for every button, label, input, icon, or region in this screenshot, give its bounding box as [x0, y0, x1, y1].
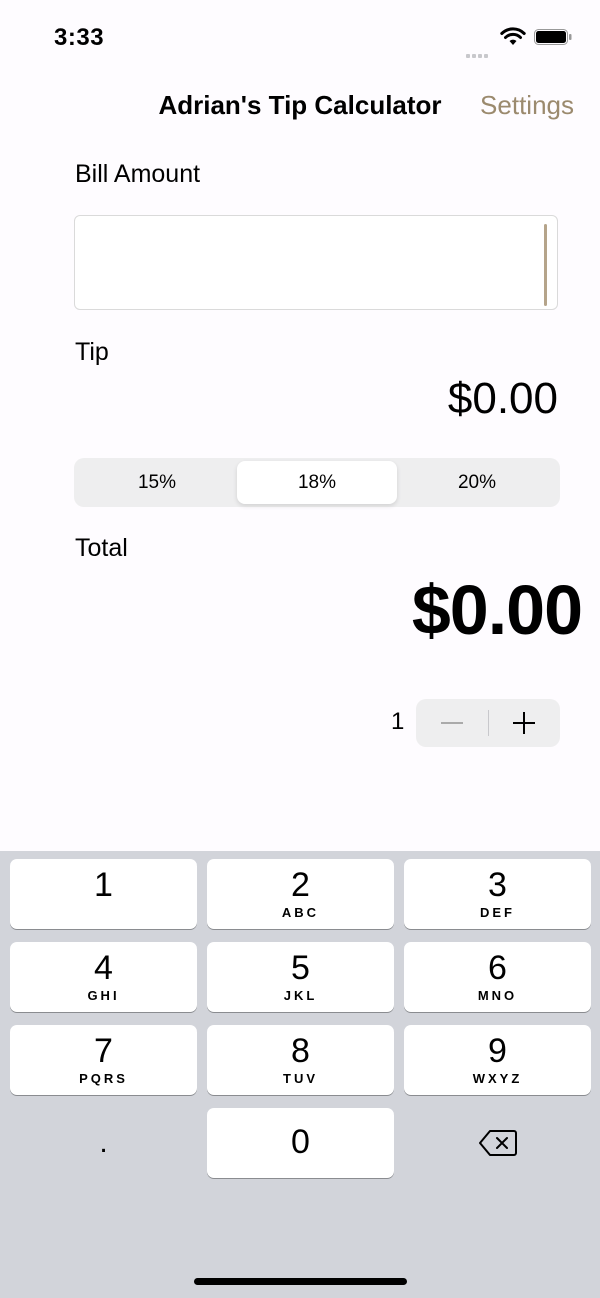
- tip-percentage-control[interactable]: 15% 18% 20%: [74, 458, 560, 507]
- key-digit: 2: [291, 866, 310, 904]
- key-9[interactable]: 9 WXYZ: [404, 1025, 591, 1095]
- tip-amount: $0.00: [447, 374, 558, 423]
- key-letters: MNO: [477, 988, 518, 1003]
- key-letters: TUV: [283, 1071, 318, 1086]
- key-digit: 3: [488, 866, 507, 904]
- decrement-button[interactable]: [416, 699, 488, 747]
- key-letters: DEF: [480, 905, 515, 920]
- tip-label: Tip: [75, 338, 109, 366]
- tip-option-18[interactable]: 18%: [237, 461, 397, 504]
- increment-button[interactable]: [489, 699, 561, 747]
- home-indicator[interactable]: [194, 1278, 407, 1285]
- key-digit: 7: [94, 1032, 113, 1070]
- key-digit: 8: [291, 1032, 310, 1070]
- key-digit: 9: [488, 1032, 507, 1070]
- key-letters: GHI: [87, 988, 120, 1003]
- key-8[interactable]: 8 TUV: [207, 1025, 394, 1095]
- numeric-keyboard: 1 2 ABC 3 DEF 4 GHI 5 JKL 6 MNO 7 PQRS 8…: [0, 851, 600, 1298]
- delete-backward-icon: [478, 1130, 517, 1156]
- key-6[interactable]: 6 MNO: [404, 942, 591, 1012]
- key-digit: 4: [94, 949, 113, 987]
- key-2[interactable]: 2 ABC: [207, 859, 394, 929]
- bill-amount-input[interactable]: [74, 215, 558, 310]
- party-size-stepper[interactable]: [416, 699, 560, 747]
- key-letters: WXYZ: [472, 1071, 523, 1086]
- key-1[interactable]: 1: [10, 859, 197, 929]
- text-caret: [544, 224, 547, 306]
- status-time: 3:33: [54, 24, 105, 51]
- key-letters: ABC: [281, 905, 320, 920]
- tip-option-20[interactable]: 20%: [397, 461, 557, 504]
- total-label: Total: [75, 534, 128, 562]
- key-letters: PQRS: [79, 1071, 128, 1086]
- plus-icon: [513, 712, 536, 734]
- minus-icon: [440, 722, 463, 724]
- key-0[interactable]: 0: [207, 1108, 394, 1178]
- party-size-value: 1: [391, 708, 405, 735]
- key-decimal[interactable]: .: [10, 1108, 197, 1178]
- wifi-icon: [500, 27, 526, 47]
- key-digit: 1: [94, 866, 113, 904]
- key-digit: 5: [291, 949, 310, 987]
- total-amount: $0.00: [411, 571, 583, 649]
- key-digit: 6: [488, 949, 507, 987]
- key-decimal-label: .: [99, 1126, 108, 1159]
- settings-button[interactable]: Settings: [480, 90, 574, 121]
- key-letters: JKL: [283, 988, 318, 1003]
- key-3[interactable]: 3 DEF: [404, 859, 591, 929]
- key-delete[interactable]: [404, 1108, 591, 1178]
- key-4[interactable]: 4 GHI: [10, 942, 197, 1012]
- cellular-signal-icon: [466, 40, 492, 58]
- key-digit: 0: [291, 1123, 310, 1161]
- bill-amount-label: Bill Amount: [75, 160, 201, 188]
- battery-icon: [534, 29, 572, 45]
- key-7[interactable]: 7 PQRS: [10, 1025, 197, 1095]
- tip-option-15[interactable]: 15%: [77, 461, 237, 504]
- key-5[interactable]: 5 JKL: [207, 942, 394, 1012]
